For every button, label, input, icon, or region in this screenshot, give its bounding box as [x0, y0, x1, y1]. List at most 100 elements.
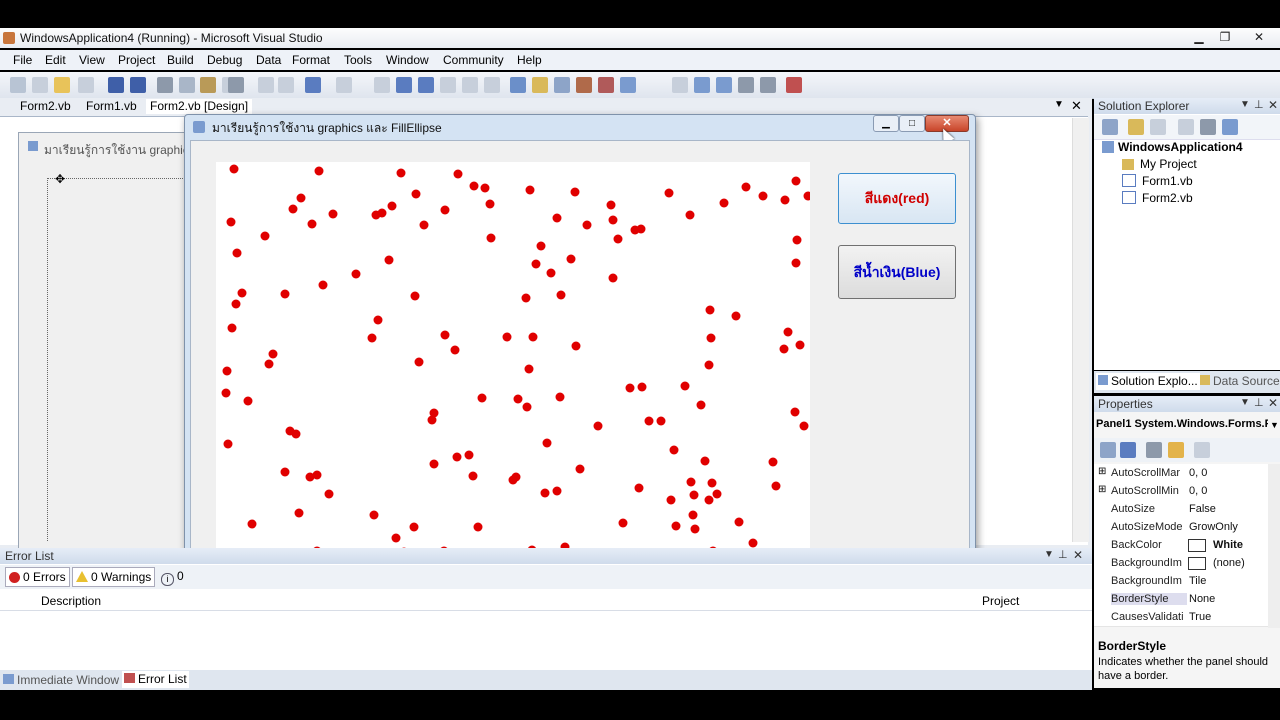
- property-pages-icon[interactable]: [1194, 442, 1210, 458]
- align-tool-icon[interactable]: [694, 77, 710, 93]
- expand-icon[interactable]: ⊞: [1098, 466, 1106, 477]
- tree-item-my-project[interactable]: My Project: [1122, 157, 1197, 171]
- paste-icon[interactable]: [200, 77, 216, 93]
- properties-icon[interactable]: [1102, 119, 1118, 135]
- step-out-icon[interactable]: [484, 77, 500, 93]
- print-icon[interactable]: [228, 77, 244, 93]
- save-icon[interactable]: [108, 77, 124, 93]
- size-tool-icon[interactable]: [716, 77, 732, 93]
- properties-view-icon[interactable]: [1146, 442, 1162, 458]
- object-browser-icon[interactable]: [598, 77, 614, 93]
- tab-data-sources[interactable]: Data Sources: [1200, 373, 1280, 390]
- pane-close-icon[interactable]: ✕: [1073, 548, 1083, 562]
- selector-dropdown-icon[interactable]: ▼: [1270, 420, 1279, 430]
- tab-dropdown-icon[interactable]: ▼: [1054, 99, 1064, 110]
- undo-icon[interactable]: [305, 77, 321, 93]
- align-right-icon[interactable]: [278, 77, 294, 93]
- tree-item-form1[interactable]: Form1.vb: [1122, 174, 1193, 188]
- column-header-project[interactable]: Project: [982, 594, 1019, 608]
- events-icon[interactable]: [1168, 442, 1184, 458]
- properties-icon[interactable]: [554, 77, 570, 93]
- menu-format[interactable]: Format: [292, 53, 330, 67]
- menu-data[interactable]: Data: [256, 53, 281, 67]
- form-maximize-button[interactable]: □: [899, 115, 925, 132]
- warnings-filter-button[interactable]: 0 Warnings: [72, 567, 156, 587]
- close-button[interactable]: ✕: [1246, 29, 1272, 45]
- view-designer-icon[interactable]: [1200, 119, 1216, 135]
- find-icon[interactable]: [510, 77, 526, 93]
- blue-button[interactable]: สีน้ำเงิน(Blue): [838, 245, 956, 299]
- tree-item-form2[interactable]: Form2.vb: [1122, 191, 1193, 205]
- start-debug-icon[interactable]: [374, 77, 390, 93]
- pane-pin-icon[interactable]: ⊥: [1254, 396, 1264, 409]
- tab-form2-design[interactable]: Form2.vb [Design]: [146, 99, 253, 114]
- menu-file[interactable]: File: [13, 53, 32, 67]
- menu-edit[interactable]: Edit: [45, 53, 66, 67]
- tab-form1-vb[interactable]: Form1.vb: [82, 99, 141, 114]
- menu-community[interactable]: Community: [443, 53, 504, 67]
- tab-solution-explorer[interactable]: Solution Explo...: [1096, 373, 1200, 390]
- property-row[interactable]: BackColor White: [1094, 536, 1280, 555]
- property-row[interactable]: AutoSizeMode GrowOnly: [1094, 518, 1280, 537]
- copy-icon[interactable]: [179, 77, 195, 93]
- pane-pin-icon[interactable]: ⊥: [1254, 98, 1264, 111]
- pane-pin-icon[interactable]: ⊥: [1058, 548, 1068, 561]
- column-header-description[interactable]: Description: [41, 594, 101, 608]
- menu-view[interactable]: View: [79, 53, 105, 67]
- property-row-selected[interactable]: BorderStyle None: [1094, 590, 1280, 609]
- property-row[interactable]: BackgroundIm Tile: [1094, 572, 1280, 591]
- stop-icon[interactable]: [418, 77, 434, 93]
- menu-help[interactable]: Help: [517, 53, 542, 67]
- tab-form2-vb[interactable]: Form2.vb: [16, 99, 75, 114]
- refresh-icon[interactable]: [1150, 119, 1166, 135]
- pane-dropdown-icon[interactable]: ▼: [1240, 397, 1250, 408]
- menu-debug[interactable]: Debug: [207, 53, 242, 67]
- menu-tools[interactable]: Tools: [344, 53, 372, 67]
- open-folder-icon[interactable]: [54, 77, 70, 93]
- align-left-icon[interactable]: [258, 77, 274, 93]
- minimize-button[interactable]: ▁: [1186, 29, 1212, 45]
- add-new-item-icon[interactable]: [78, 77, 94, 93]
- errors-filter-button[interactable]: 0 Errors: [5, 567, 70, 587]
- maximize-button[interactable]: ❐: [1212, 29, 1238, 45]
- solution-explorer-icon[interactable]: [532, 77, 548, 93]
- save-all-icon[interactable]: [130, 77, 146, 93]
- designer-scrollbar[interactable]: [1072, 118, 1089, 542]
- start-page-icon[interactable]: [620, 77, 636, 93]
- form-minimize-button[interactable]: ▁: [873, 115, 899, 132]
- layout-icon[interactable]: [672, 77, 688, 93]
- property-row[interactable]: AutoSize False: [1094, 500, 1280, 519]
- property-row[interactable]: BackgroundIm (none): [1094, 554, 1280, 573]
- menu-project[interactable]: Project: [118, 53, 155, 67]
- step-over-icon[interactable]: [462, 77, 478, 93]
- red-button[interactable]: สีแดง(red): [838, 173, 956, 224]
- tab-immediate-window[interactable]: Immediate Window: [3, 672, 119, 688]
- object-selector[interactable]: Panel1 System.Windows.Forms.Pa: [1096, 418, 1268, 430]
- spacing-tool-icon[interactable]: [738, 77, 754, 93]
- tree-item-solution[interactable]: WindowsApplication4: [1102, 140, 1243, 154]
- close-tab-icon[interactable]: ✕: [1071, 98, 1082, 114]
- class-diagram-icon[interactable]: [1222, 119, 1238, 135]
- drawing-panel[interactable]: [216, 162, 810, 597]
- property-row[interactable]: ⊞ AutoScrollMar 0, 0: [1094, 464, 1280, 483]
- toolbox-icon[interactable]: [576, 77, 592, 93]
- expand-icon[interactable]: ⊞: [1098, 484, 1106, 495]
- view-code-icon[interactable]: [1178, 119, 1194, 135]
- new-project-icon[interactable]: [10, 77, 26, 93]
- pane-close-icon[interactable]: ✕: [1268, 98, 1278, 112]
- categorized-icon[interactable]: [1100, 442, 1116, 458]
- cut-icon[interactable]: [157, 77, 173, 93]
- step-into-icon[interactable]: [440, 77, 456, 93]
- order-tool-icon[interactable]: [786, 77, 802, 93]
- pane-dropdown-icon[interactable]: ▼: [1240, 99, 1250, 110]
- alphabetical-icon[interactable]: [1120, 442, 1136, 458]
- property-row[interactable]: CausesValidati True: [1094, 608, 1280, 627]
- redo-icon[interactable]: [336, 77, 352, 93]
- center-tool-icon[interactable]: [760, 77, 776, 93]
- pause-icon[interactable]: [396, 77, 412, 93]
- add-item-icon[interactable]: [32, 77, 48, 93]
- menu-window[interactable]: Window: [386, 53, 429, 67]
- tab-error-list[interactable]: Error List: [122, 671, 189, 688]
- show-all-files-icon[interactable]: [1128, 119, 1144, 135]
- property-row[interactable]: ⊞ AutoScrollMin 0, 0: [1094, 482, 1280, 501]
